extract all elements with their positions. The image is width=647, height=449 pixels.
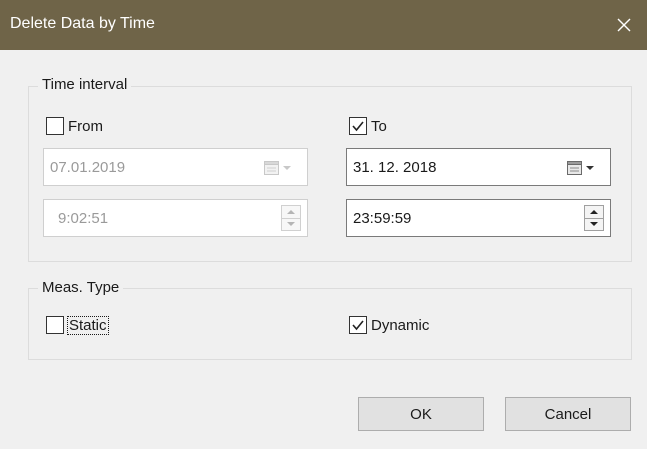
to-date-value: 31. 12. 2018 xyxy=(353,159,437,176)
meas-type-group xyxy=(28,288,632,360)
static-checkbox[interactable] xyxy=(46,316,64,334)
to-label: To xyxy=(371,117,387,135)
arrow-down-icon xyxy=(590,222,598,226)
from-checkbox-row[interactable]: From xyxy=(46,117,103,135)
close-icon xyxy=(617,18,631,32)
title-bar: Delete Data by Time xyxy=(0,0,647,50)
window-title: Delete Data by Time xyxy=(10,15,155,32)
arrow-up-icon xyxy=(287,210,295,214)
from-date-dropdown[interactable] xyxy=(263,159,299,177)
to-date-picker[interactable]: 31. 12. 2018 xyxy=(346,148,611,186)
ok-button[interactable]: OK xyxy=(358,397,484,431)
static-checkbox-row[interactable]: Static xyxy=(46,315,109,335)
arrow-up-icon xyxy=(590,210,598,214)
dynamic-checkbox-row[interactable]: Dynamic xyxy=(349,316,429,334)
from-checkbox[interactable] xyxy=(46,117,64,135)
dynamic-checkbox[interactable] xyxy=(349,316,367,334)
time-interval-label: Time interval xyxy=(38,76,132,93)
checkmark-icon xyxy=(352,121,364,132)
close-button[interactable] xyxy=(601,0,647,50)
to-checkbox[interactable] xyxy=(349,117,367,135)
checkmark-icon xyxy=(352,320,364,331)
from-label: From xyxy=(68,117,103,135)
from-date-picker[interactable]: 07.01.2019 xyxy=(43,148,308,186)
to-checkbox-row[interactable]: To xyxy=(349,117,387,135)
to-time-spinner[interactable] xyxy=(584,205,604,231)
from-time-value: 9:02:51 xyxy=(58,210,109,227)
delete-data-dialog: Delete Data by Time Time interval From T… xyxy=(0,0,647,449)
calendar-icon xyxy=(264,161,291,175)
from-time-input[interactable]: 9:02:51 xyxy=(43,199,308,237)
from-time-spinner[interactable] xyxy=(281,205,301,231)
dynamic-label: Dynamic xyxy=(371,316,430,334)
meas-type-label: Meas. Type xyxy=(38,279,124,296)
arrow-down-icon xyxy=(287,222,295,226)
from-date-value: 07.01.2019 xyxy=(50,159,126,176)
to-time-down-button[interactable] xyxy=(585,218,603,230)
calendar-icon xyxy=(567,161,594,175)
to-date-dropdown[interactable] xyxy=(566,159,602,177)
to-time-value: 23:59:59 xyxy=(353,210,412,227)
to-time-input[interactable]: 23:59:59 xyxy=(346,199,611,237)
from-time-down-button[interactable] xyxy=(282,218,300,230)
static-label: Static xyxy=(67,315,109,335)
cancel-button[interactable]: Cancel xyxy=(505,397,631,431)
